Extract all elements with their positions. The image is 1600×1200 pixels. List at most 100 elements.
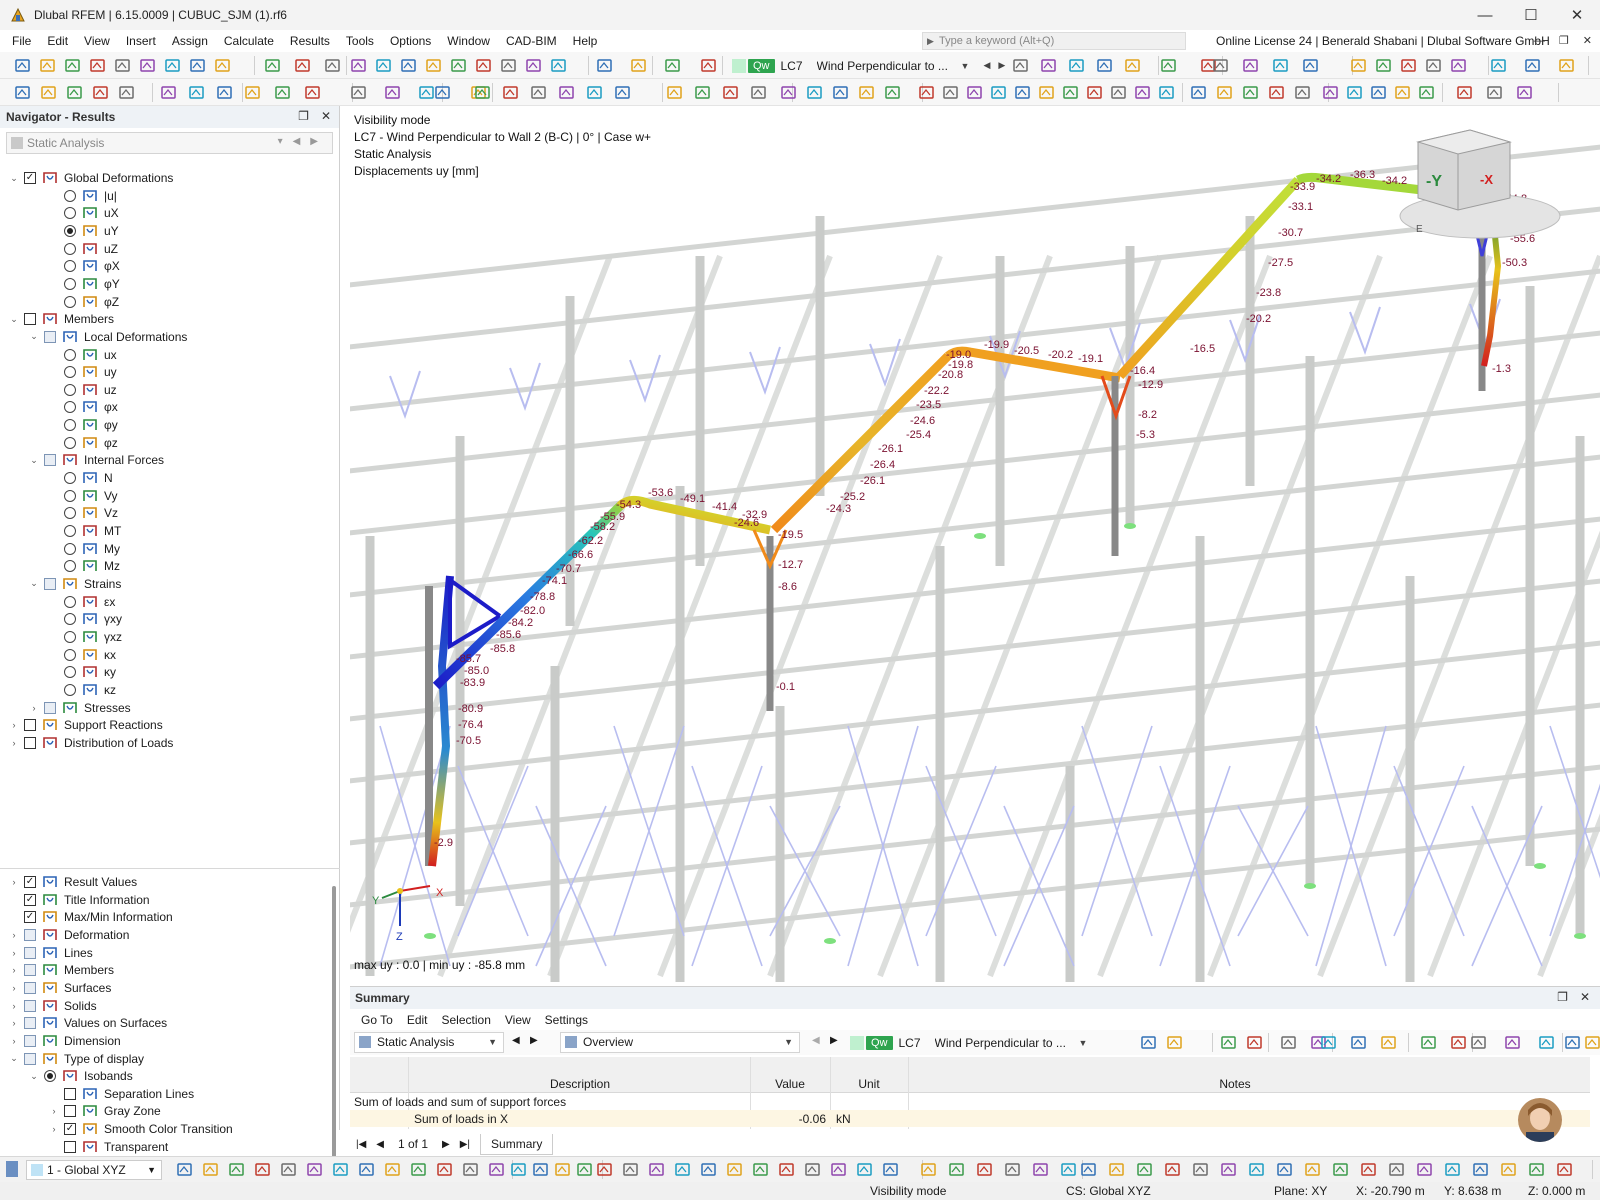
chevron-right-icon[interactable]: ›: [8, 720, 20, 730]
checkbox[interactable]: ✓: [24, 911, 36, 924]
tree-item-values-on-surfaces[interactable]: › Values on Surfaces: [8, 1014, 168, 1032]
radio-button[interactable]: [64, 507, 76, 520]
secondary-tool-icon[interactable]: [1370, 84, 1387, 101]
tree-item--x[interactable]: κx: [48, 646, 116, 664]
main-tool-icon[interactable]: [64, 57, 81, 74]
prev-page-icon[interactable]: ◀: [376, 1139, 384, 1150]
secondary-tool-icon[interactable]: [558, 84, 575, 101]
summary-tool-icon[interactable]: [1470, 1034, 1487, 1051]
tree-item--z[interactable]: φZ: [48, 293, 119, 311]
main-tool-icon[interactable]: [664, 57, 681, 74]
summary-menu-settings[interactable]: Settings: [538, 1013, 595, 1027]
checkbox[interactable]: [24, 736, 36, 749]
main-tool-icon[interactable]: [1302, 57, 1319, 74]
chevron-right-icon[interactable]: ›: [8, 965, 20, 975]
bottom-tool-icon[interactable]: [804, 1161, 821, 1178]
chevron-right-icon[interactable]: ›: [8, 1036, 20, 1046]
menu-calculate[interactable]: Calculate: [216, 30, 282, 52]
bottom-tool-icon[interactable]: [462, 1161, 479, 1178]
radio-button[interactable]: [64, 595, 76, 608]
tree-item-members[interactable]: › Members: [8, 961, 115, 979]
checkbox[interactable]: [44, 701, 56, 714]
coordinate-system-select[interactable]: 1 - Global XYZ ▼: [26, 1160, 162, 1180]
tree-item-uy[interactable]: uY: [48, 222, 119, 240]
bottom-tool-icon[interactable]: [1164, 1161, 1181, 1178]
radio-button[interactable]: [44, 1070, 56, 1083]
main-tool-icon[interactable]: [375, 57, 392, 74]
summary-tool-icon[interactable]: [1246, 1034, 1263, 1051]
radio-button[interactable]: [64, 683, 76, 696]
secondary-tool-icon[interactable]: [502, 84, 519, 101]
secondary-tool-icon[interactable]: [1394, 84, 1411, 101]
tree-item--y[interactable]: κy: [48, 663, 116, 681]
tree-item-result-values[interactable]: › ✓ Result Values: [8, 873, 138, 891]
bottom-tool-icon[interactable]: [1220, 1161, 1237, 1178]
secondary-tool-icon[interactable]: [1134, 84, 1151, 101]
bottom-tool-icon[interactable]: [228, 1161, 245, 1178]
secondary-tool-icon[interactable]: [990, 84, 1007, 101]
assistant-avatar[interactable]: [1518, 1098, 1562, 1142]
summary-overview-select[interactable]: Overview ▼: [560, 1032, 800, 1053]
tree-item-surfaces[interactable]: › Surfaces: [8, 979, 112, 997]
checkbox[interactable]: [24, 1034, 36, 1047]
bottom-tool-icon[interactable]: [1500, 1161, 1517, 1178]
main-tool-icon[interactable]: [500, 57, 517, 74]
secondary-tool-icon[interactable]: [1418, 84, 1435, 101]
secondary-tool-icon[interactable]: [1268, 84, 1285, 101]
tree-item-smooth-color-transition[interactable]: › ✓ Smooth Color Transition: [48, 1120, 233, 1138]
bottom-tool-icon[interactable]: [1060, 1161, 1077, 1178]
main-tool-icon[interactable]: [400, 57, 417, 74]
main-tool-icon[interactable]: [189, 57, 206, 74]
bottom-tool-icon[interactable]: [648, 1161, 665, 1178]
bottom-tool-icon[interactable]: [1360, 1161, 1377, 1178]
secondary-tool-icon[interactable]: [750, 84, 767, 101]
checkbox[interactable]: [24, 1052, 36, 1065]
summary-tool-icon[interactable]: [1450, 1034, 1467, 1051]
secondary-tool-icon[interactable]: [418, 84, 435, 101]
bottom-tool-icon[interactable]: [596, 1161, 613, 1178]
mdi-close-button[interactable]: ✕: [1583, 30, 1592, 52]
tree-item--x[interactable]: φX: [48, 257, 120, 275]
main-tool-icon[interactable]: [596, 57, 613, 74]
tree-item--x[interactable]: φx: [48, 398, 118, 416]
bottom-tool-icon[interactable]: [1388, 1161, 1405, 1178]
menu-tools[interactable]: Tools: [338, 30, 382, 52]
radio-button[interactable]: [64, 189, 76, 202]
secondary-tool-icon[interactable]: [92, 84, 109, 101]
secondary-tool-icon[interactable]: [1110, 84, 1127, 101]
bottom-tool-icon[interactable]: [1108, 1161, 1125, 1178]
bottom-tool-icon[interactable]: [856, 1161, 873, 1178]
tree-item-members[interactable]: ⌄ Members: [8, 310, 114, 328]
chevron-right-icon[interactable]: ›: [8, 948, 20, 958]
secondary-tool-icon[interactable]: [1242, 84, 1259, 101]
summary-tool-icon[interactable]: [1280, 1034, 1297, 1051]
main-tool-icon[interactable]: [1212, 57, 1229, 74]
main-tool-icon[interactable]: [1040, 57, 1057, 74]
menu-edit[interactable]: Edit: [39, 30, 76, 52]
secondary-tool-icon[interactable]: [274, 84, 291, 101]
main-tool-icon[interactable]: [450, 57, 467, 74]
tree-item-distribution-of-loads[interactable]: › Distribution of Loads: [8, 734, 174, 752]
bottom-tool-icon[interactable]: [1444, 1161, 1461, 1178]
bottom-tool-icon[interactable]: [1528, 1161, 1545, 1178]
main-tool-icon[interactable]: [1096, 57, 1113, 74]
bottom-tool-icon[interactable]: [1556, 1161, 1573, 1178]
tree-item--u-[interactable]: |u|: [48, 187, 117, 205]
radio-button[interactable]: [64, 542, 76, 555]
bottom-tool-icon[interactable]: [280, 1161, 297, 1178]
main-tool-icon[interactable]: [1490, 57, 1507, 74]
secondary-tool-icon[interactable]: [858, 84, 875, 101]
secondary-tool-icon[interactable]: [434, 84, 451, 101]
secondary-tool-icon[interactable]: [1322, 84, 1339, 101]
bottom-tool-icon[interactable]: [1080, 1161, 1097, 1178]
main-tool-icon[interactable]: [550, 57, 567, 74]
checkbox[interactable]: [24, 999, 36, 1012]
radio-button[interactable]: [64, 224, 76, 237]
checkbox[interactable]: [64, 1087, 76, 1100]
tree-item-strains[interactable]: ⌄ Strains: [28, 575, 121, 593]
checkbox[interactable]: [24, 946, 36, 959]
radio-button[interactable]: [64, 525, 76, 537]
chevron-right-icon[interactable]: ›: [8, 738, 20, 748]
summary-close-icon[interactable]: ✕: [1580, 990, 1590, 1004]
main-tool-icon[interactable]: [700, 57, 717, 74]
